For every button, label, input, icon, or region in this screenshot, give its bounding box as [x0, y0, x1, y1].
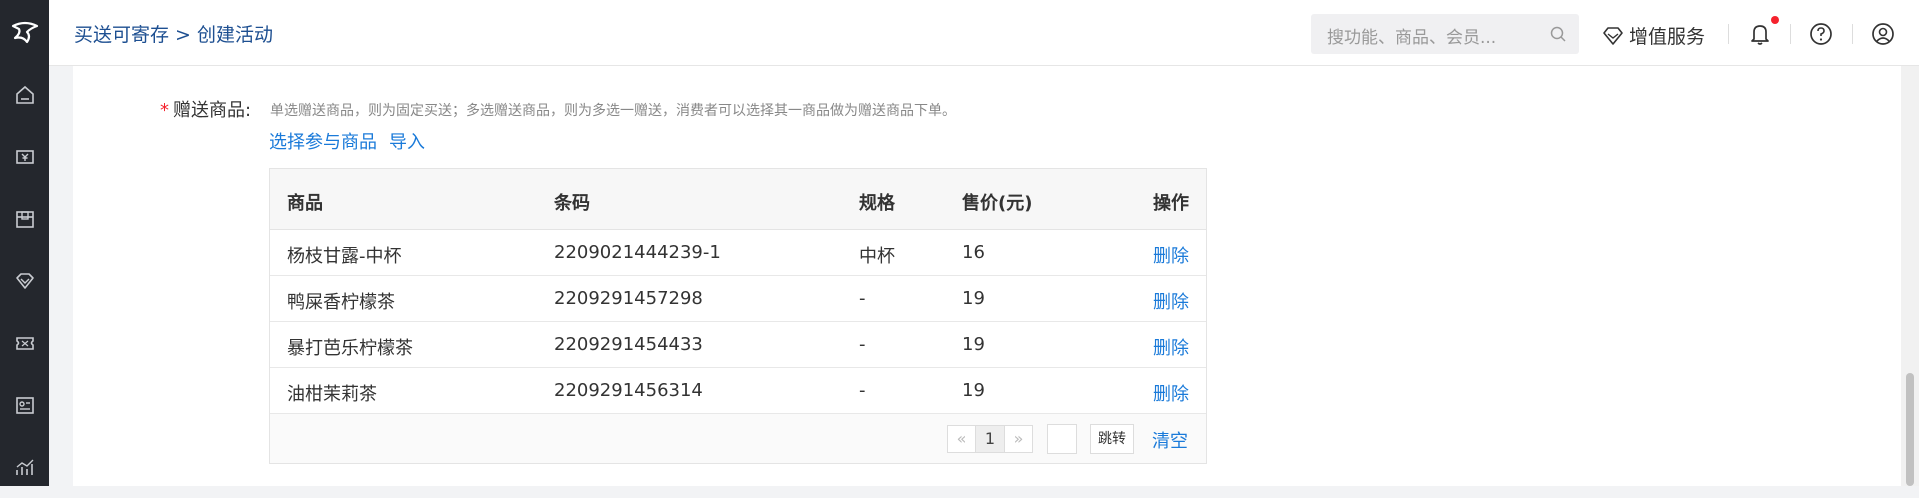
search-input[interactable]: 搜功能、商品、会员...: [1327, 23, 1496, 48]
gift-goods-table: 商品 条码 规格 售价(元) 操作 杨枝甘露-中杯 2209021444239-…: [269, 168, 1207, 464]
required-mark: *: [160, 100, 169, 121]
member-card-icon: [15, 397, 34, 414]
goods-name: 暴打芭乐柠檬茶: [287, 338, 413, 359]
divider: [1728, 24, 1729, 44]
goods-name: 油柑茉莉茶: [287, 384, 377, 405]
delete-button[interactable]: 删除: [1153, 242, 1189, 268]
goods-barcode: 2209021444239-1: [554, 242, 721, 263]
page-1-button[interactable]: 1: [975, 425, 1005, 453]
next-page-button[interactable]: »: [1004, 425, 1033, 453]
table-row: 暴打芭乐柠檬茶 2209291454433 - 19 删除: [270, 322, 1206, 368]
goods-price: 16: [962, 242, 985, 263]
page-number-input[interactable]: [1047, 424, 1077, 454]
gift-goods-label: * 赠送商品:: [160, 96, 251, 122]
column-header-action: 操作: [1153, 193, 1189, 214]
nav-goods[interactable]: [0, 188, 49, 250]
user-icon[interactable]: [1870, 21, 1896, 47]
goods-spec: 中杯: [859, 246, 895, 267]
chart-icon: [15, 459, 33, 475]
jump-button[interactable]: 跳转: [1090, 424, 1134, 454]
column-header-barcode: 条码: [554, 193, 590, 214]
delete-button[interactable]: 删除: [1153, 380, 1189, 406]
value-added-label: 增值服务: [1629, 26, 1706, 48]
box-icon: [15, 211, 34, 228]
sidebar: [0, 0, 49, 486]
delete-button[interactable]: 删除: [1153, 288, 1189, 314]
nav-member[interactable]: [0, 250, 49, 312]
goods-barcode: 2209291456314: [554, 380, 703, 401]
logo-icon: [11, 21, 38, 44]
nav-home[interactable]: [0, 64, 49, 126]
gift-goods-hint: 单选赠送商品，则为固定买送；多选赠送商品，则为多选一赠送，消费者可以选择其一商品…: [270, 103, 956, 119]
select-goods-link[interactable]: 选择参与商品: [269, 128, 377, 154]
import-link[interactable]: 导入: [389, 128, 425, 154]
pagination: « 1 » 跳转 清空: [270, 414, 1206, 463]
coupon-icon: [15, 337, 34, 350]
notification-dot: [1771, 16, 1779, 24]
nav-marketing[interactable]: [0, 312, 49, 374]
cashier-icon: [15, 150, 34, 164]
gift-goods-label-text: 赠送商品:: [173, 100, 252, 121]
goods-barcode: 2209291457298: [554, 288, 703, 309]
goods-price: 19: [962, 288, 985, 309]
column-header-spec: 规格: [859, 193, 895, 214]
goods-price: 19: [962, 380, 985, 401]
scrollbar-thumb[interactable]: [1906, 373, 1914, 486]
help-icon[interactable]: [1808, 21, 1834, 47]
bell-icon[interactable]: [1747, 21, 1773, 47]
goods-name: 鸭屎香柠檬茶: [287, 292, 395, 313]
search-box[interactable]: 搜功能、商品、会员...: [1311, 14, 1579, 54]
logo[interactable]: [0, 0, 49, 64]
value-added-service-button[interactable]: 增值服务: [1602, 22, 1705, 49]
goods-price: 19: [962, 334, 985, 355]
prev-page-button[interactable]: «: [947, 425, 976, 453]
diamond-icon: [15, 273, 34, 289]
diamond-icon: [1603, 26, 1623, 45]
nav-cashier[interactable]: [0, 126, 49, 188]
table-row: 杨枝甘露-中杯 2209021444239-1 中杯 16 删除: [270, 230, 1206, 276]
goods-spec: -: [859, 288, 866, 309]
goods-spec: -: [859, 380, 866, 401]
table-row: 油柑茉莉茶 2209291456314 - 19 删除: [270, 368, 1206, 414]
goods-name: 杨枝甘露-中杯: [287, 246, 402, 267]
nav-report[interactable]: [0, 436, 49, 498]
delete-button[interactable]: 删除: [1153, 334, 1189, 360]
nav-card[interactable]: [0, 374, 49, 436]
home-icon: [15, 85, 34, 104]
column-header-goods: 商品: [287, 193, 323, 214]
table-header: 商品 条码 规格 售价(元) 操作: [270, 169, 1206, 230]
search-icon[interactable]: [1549, 25, 1567, 43]
divider: [1852, 24, 1853, 44]
divider: [1790, 24, 1791, 44]
goods-barcode: 2209291454433: [554, 334, 703, 355]
table-row: 鸭屎香柠檬茶 2209291457298 - 19 删除: [270, 276, 1206, 322]
topbar: 买送可寄存 > 创建活动 搜功能、商品、会员... 增值服务: [49, 0, 1919, 66]
goods-spec: -: [859, 334, 866, 355]
breadcrumb[interactable]: 买送可寄存 > 创建活动: [74, 20, 273, 47]
clear-button[interactable]: 清空: [1152, 427, 1188, 453]
column-header-price: 售价(元): [962, 193, 1033, 214]
